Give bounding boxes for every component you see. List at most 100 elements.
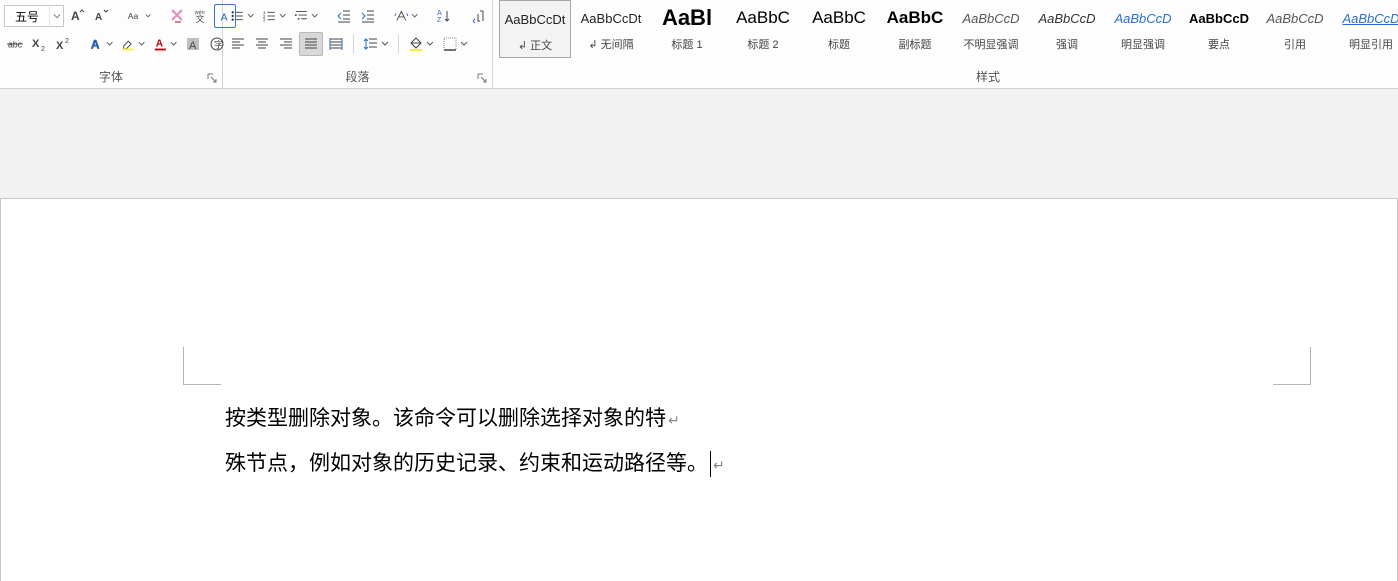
numbering-button[interactable]: 123 bbox=[259, 4, 289, 28]
change-case-button[interactable]: Aa bbox=[124, 4, 154, 28]
font-group-label: 字体 bbox=[0, 66, 222, 88]
svg-text:3: 3 bbox=[263, 18, 266, 23]
text-line-1: 按类型删除对象。该命令可以删除选择对象的特 bbox=[225, 407, 666, 430]
style-preview: AaBbCcD bbox=[1185, 2, 1253, 34]
character-shading-button[interactable]: A bbox=[182, 32, 204, 56]
style-preview: AaBbC bbox=[729, 2, 797, 34]
decrease-font-size-button[interactable]: A bbox=[90, 4, 112, 28]
style-preview: AaBl bbox=[653, 2, 721, 34]
align-left-button[interactable] bbox=[227, 32, 249, 56]
text-line-2: 殊节点，例如对象的历史记录、约束和运动路径等。 bbox=[225, 452, 708, 475]
increase-indent-button[interactable] bbox=[357, 4, 379, 28]
style-label: 明显引用 bbox=[1349, 36, 1393, 52]
font-size-selector[interactable]: 五号 bbox=[4, 5, 64, 27]
style-item[interactable]: AaBbCcD 明显引用 bbox=[1335, 0, 1398, 58]
line-break-mark: ↵ bbox=[668, 412, 680, 428]
style-preview: AaBbC bbox=[881, 2, 949, 34]
style-label: ↲ 正文 bbox=[518, 37, 552, 53]
style-preview: AaBbCcD bbox=[957, 2, 1025, 34]
align-justify-button[interactable] bbox=[299, 32, 323, 56]
highlight-button[interactable] bbox=[118, 32, 148, 56]
increase-font-size-button[interactable]: A bbox=[66, 4, 88, 28]
strikethrough-button[interactable]: abc bbox=[4, 32, 26, 56]
paragraph-group-label: 段落 bbox=[223, 66, 492, 88]
svg-text:A: A bbox=[156, 39, 164, 50]
paragraph-dialog-launcher[interactable] bbox=[476, 72, 488, 84]
font-size-value: 五号 bbox=[5, 8, 49, 25]
align-right-button[interactable] bbox=[275, 32, 297, 56]
borders-button[interactable] bbox=[439, 32, 471, 56]
ribbon: 五号 A A Aa wén文 bbox=[0, 0, 1398, 89]
style-item[interactable]: AaBbCcD 明显强调 bbox=[1107, 0, 1179, 58]
style-label: 标题 1 bbox=[671, 36, 702, 52]
font-color-button[interactable]: A bbox=[150, 32, 180, 56]
paragraph-group: 123 bbox=[223, 0, 493, 88]
line-break-mark: ↵ bbox=[713, 457, 725, 473]
svg-text:Z: Z bbox=[437, 17, 442, 24]
svg-text:X: X bbox=[56, 40, 64, 52]
styles-gallery[interactable]: AaBbCcDt↲ 正文AaBbCcDt↲ 无间隔AaBl标题 1AaBbC标题… bbox=[499, 0, 1398, 58]
style-label: ↲ 无间隔 bbox=[588, 36, 633, 52]
style-preview: AaBbCcDt bbox=[577, 2, 645, 34]
sort-button[interactable]: AZ bbox=[433, 4, 455, 28]
svg-text:A: A bbox=[95, 12, 102, 23]
chevron-down-icon bbox=[49, 6, 63, 26]
document-page[interactable] bbox=[0, 198, 1398, 581]
svg-text:X: X bbox=[32, 38, 40, 50]
style-preview: AaBbCcD bbox=[1261, 2, 1329, 34]
style-item[interactable]: AaBl 标题 1 bbox=[651, 0, 723, 58]
style-preview: AaBbCcD bbox=[1109, 2, 1177, 34]
svg-text:A: A bbox=[91, 38, 100, 52]
superscript-button[interactable]: X2 bbox=[52, 32, 74, 56]
style-item[interactable]: AaBbCcD 引用 bbox=[1259, 0, 1331, 58]
align-center-button[interactable] bbox=[251, 32, 273, 56]
line-spacing-button[interactable] bbox=[360, 32, 392, 56]
svg-text:2: 2 bbox=[65, 38, 69, 45]
style-label: 引用 bbox=[1284, 36, 1306, 52]
svg-text:A: A bbox=[189, 40, 197, 52]
style-preview: AaBbCcD bbox=[1337, 2, 1398, 34]
font-dialog-launcher[interactable] bbox=[206, 72, 218, 84]
svg-text:A: A bbox=[71, 9, 80, 23]
font-group: 五号 A A Aa wén文 bbox=[0, 0, 223, 88]
svg-text:abc: abc bbox=[8, 40, 23, 50]
distributed-button[interactable] bbox=[325, 32, 347, 56]
shading-button[interactable] bbox=[405, 32, 437, 56]
style-item[interactable]: AaBbCcDt ↲ 正文 bbox=[499, 0, 571, 58]
svg-text:文: 文 bbox=[196, 13, 205, 24]
svg-text:2: 2 bbox=[41, 46, 45, 52]
style-label: 标题 2 bbox=[747, 36, 778, 52]
style-item[interactable]: AaBbCcD 不明显强调 bbox=[955, 0, 1027, 58]
style-item[interactable]: AaBbCcD 要点 bbox=[1183, 0, 1255, 58]
style-item[interactable]: AaBbC 副标题 bbox=[879, 0, 951, 58]
style-item[interactable]: AaBbCcDt ↲ 无间隔 bbox=[575, 0, 647, 58]
styles-group-label: 样式 bbox=[493, 66, 1398, 88]
style-item[interactable]: AaBbC标题 bbox=[803, 0, 875, 58]
document-text[interactable]: 按类型删除对象。该命令可以删除选择对象的特↵ 殊节点，例如对象的历史记录、约束和… bbox=[225, 397, 725, 487]
style-item[interactable]: AaBbC 标题 2 bbox=[727, 0, 799, 58]
style-label: 强调 bbox=[1056, 36, 1078, 52]
style-preview: AaBbCcD bbox=[1033, 2, 1101, 34]
style-label: 明显强调 bbox=[1121, 36, 1165, 52]
styles-group: AaBbCcDt↲ 正文AaBbCcDt↲ 无间隔AaBl标题 1AaBbC标题… bbox=[493, 0, 1398, 88]
bullets-button[interactable] bbox=[227, 4, 257, 28]
multilevel-list-button[interactable] bbox=[291, 4, 321, 28]
svg-text:Aa: Aa bbox=[128, 11, 139, 21]
text-cursor bbox=[710, 451, 711, 477]
show-paragraph-marks-button[interactable] bbox=[467, 4, 489, 28]
text-effects-button[interactable]: A bbox=[86, 32, 116, 56]
style-item[interactable]: AaBbCcD 强调 bbox=[1031, 0, 1103, 58]
style-preview: AaBbCcDt bbox=[502, 3, 568, 35]
svg-text:A: A bbox=[437, 10, 442, 17]
style-label: 要点 bbox=[1208, 36, 1230, 52]
style-preview: AaBbC bbox=[805, 2, 873, 34]
decrease-indent-button[interactable] bbox=[333, 4, 355, 28]
style-label: 不明显强调 bbox=[964, 36, 1019, 52]
phonetic-guide-button[interactable]: wén文 bbox=[190, 4, 212, 28]
style-label: 副标题 bbox=[899, 36, 932, 52]
svg-text:字: 字 bbox=[214, 39, 223, 50]
document-workspace: 按类型删除对象。该命令可以删除选择对象的特↵ 殊节点，例如对象的历史记录、约束和… bbox=[0, 89, 1398, 581]
asian-layout-button[interactable] bbox=[391, 4, 421, 28]
clear-formatting-button[interactable] bbox=[166, 4, 188, 28]
subscript-button[interactable]: X2 bbox=[28, 32, 50, 56]
